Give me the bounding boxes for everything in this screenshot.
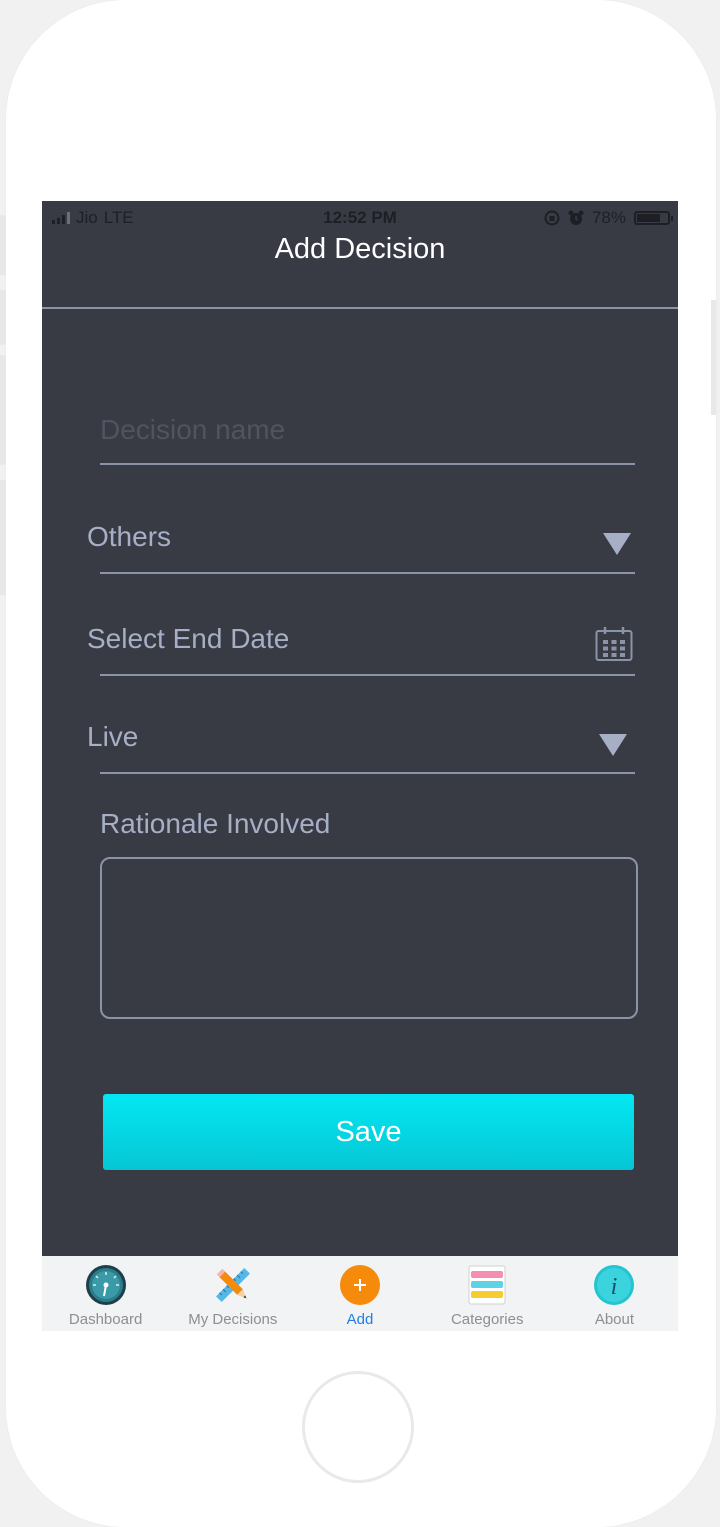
- category-underline: [100, 572, 635, 574]
- side-button: [0, 215, 6, 275]
- decision-name-underline: [100, 463, 635, 465]
- tab-bar: Dashboard My Decisions Add Categories i …: [42, 1256, 678, 1331]
- decision-name-input[interactable]: [100, 406, 635, 454]
- side-button: [711, 300, 716, 415]
- status-dropdown[interactable]: Live: [82, 711, 642, 771]
- alarm-icon: [568, 210, 584, 225]
- pencil-ruler-icon: [215, 1268, 250, 1302]
- tab-label: Dashboard: [68, 1311, 143, 1328]
- header-divider: [42, 307, 678, 309]
- tab-label: About: [594, 1311, 635, 1328]
- side-button: [0, 480, 6, 595]
- rotation-lock-icon: [544, 210, 560, 226]
- battery-tip: [671, 216, 673, 221]
- side-button: [0, 290, 6, 345]
- save-button[interactable]: Save: [103, 1094, 634, 1170]
- categories-stack-icon: [468, 1265, 506, 1305]
- tab-categories[interactable]: Categories: [424, 1256, 551, 1331]
- battery-icon: [634, 211, 673, 225]
- tab-label: Categories: [450, 1311, 524, 1328]
- battery-fill: [637, 214, 661, 222]
- status-value: Live: [87, 721, 139, 752]
- svg-text:i: i: [611, 1274, 618, 1300]
- info-icon: i: [594, 1265, 635, 1305]
- tab-about[interactable]: i About: [551, 1256, 678, 1331]
- tab-label: My Decisions: [188, 1311, 278, 1328]
- dashboard-gauge-icon: [85, 1265, 126, 1305]
- side-button: [0, 355, 6, 465]
- rationale-textarea[interactable]: [100, 857, 638, 1019]
- calendar-icon[interactable]: [595, 626, 633, 662]
- status-underline: [100, 772, 635, 774]
- tab-add[interactable]: Add: [296, 1256, 423, 1331]
- end-date-text: Select End Date: [87, 623, 290, 654]
- battery-percent: 78%: [591, 208, 626, 227]
- category-dropdown[interactable]: Others: [82, 511, 642, 571]
- end-date-picker[interactable]: Select End Date: [82, 611, 642, 673]
- rationale-label: Rationale Involved: [100, 808, 331, 839]
- status-right: 78%: [544, 208, 673, 228]
- category-value: Others: [87, 521, 172, 552]
- tab-my-decisions[interactable]: My Decisions: [169, 1256, 296, 1331]
- tab-label: Add: [346, 1311, 374, 1328]
- caret-down-icon: [603, 533, 631, 555]
- page-title: Add Decision: [274, 233, 446, 265]
- caret-down-icon: [599, 734, 627, 756]
- end-date-underline: [100, 674, 635, 676]
- add-plus-icon: [340, 1265, 380, 1305]
- tab-dashboard[interactable]: Dashboard: [42, 1256, 169, 1331]
- status-bar: Jio LTE 12:52 PM 78%: [42, 201, 678, 235]
- home-button[interactable]: [302, 1371, 414, 1483]
- app-screen: Jio LTE 12:52 PM 78% Add Decision Decisi…: [42, 201, 678, 1331]
